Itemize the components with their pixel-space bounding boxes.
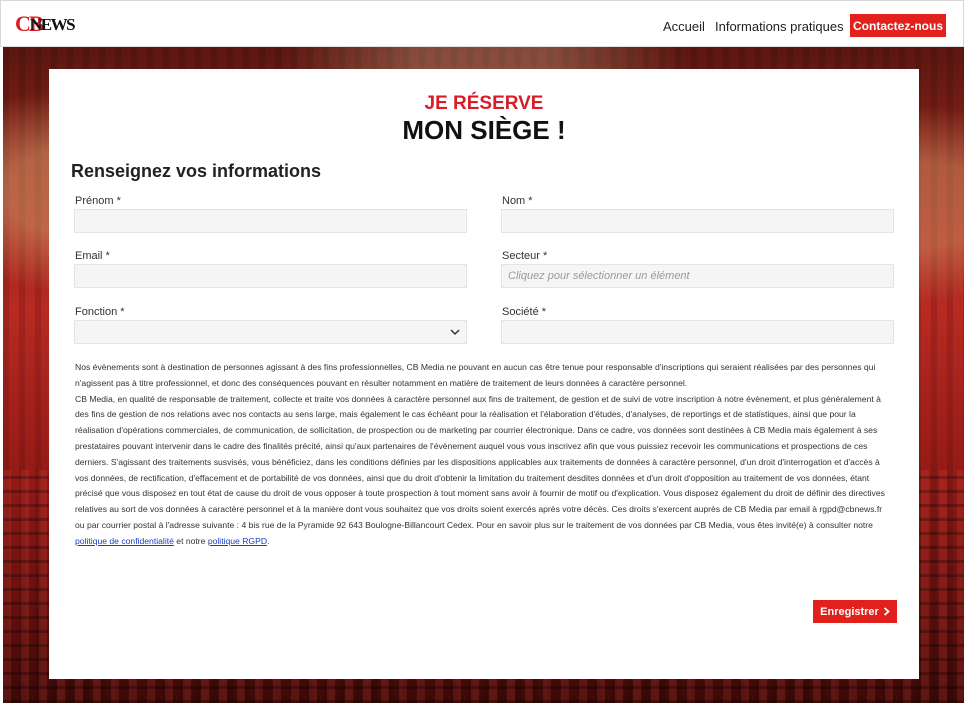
legal-and-text: et notre: [173, 535, 208, 546]
contact-button[interactable]: Contactez-nous: [850, 14, 946, 37]
societe-input[interactable]: [501, 320, 894, 344]
fonction-label: Fonction *: [75, 306, 125, 318]
fonction-select[interactable]: [74, 320, 467, 344]
societe-label: Société *: [502, 306, 547, 318]
nom-label: Nom *: [502, 195, 533, 207]
chevron-down-icon: [450, 329, 460, 336]
submit-label: Enregistrer: [820, 605, 879, 618]
legal-paragraph-2-text: CB Media, en qualité de responsable de t…: [75, 393, 885, 530]
cbnews-logo[interactable]: CB NEWS: [15, 12, 76, 36]
secteur-label: Secteur *: [502, 250, 548, 262]
site-header: CB NEWS Accueil Informations pratiques C…: [0, 0, 964, 47]
email-label: Email *: [75, 250, 110, 262]
privacy-policy-link[interactable]: politique de confidentialité: [75, 536, 174, 546]
secteur-select[interactable]: Cliquez pour sélectionner un élément: [501, 264, 894, 288]
email-input[interactable]: [74, 264, 467, 288]
registration-card: JE RÉSERVE MON SIÈGE ! Renseignez vos in…: [49, 69, 919, 679]
legal-end-text: .: [267, 535, 270, 546]
secteur-placeholder: Cliquez pour sélectionner un élément: [508, 270, 690, 282]
rgpd-policy-link[interactable]: politique RGPD: [208, 536, 267, 546]
chevron-right-icon: [883, 607, 890, 616]
form-section-title: Renseignez vos informations: [71, 161, 322, 181]
prenom-input[interactable]: [74, 209, 467, 233]
nav-informations-pratiques[interactable]: Informations pratiques: [715, 19, 844, 34]
hero-title-line1: JE RÉSERVE: [424, 93, 544, 114]
submit-button[interactable]: Enregistrer: [813, 600, 897, 623]
legal-notice: Nos évènements sont à destination de per…: [75, 360, 889, 550]
nom-input[interactable]: [501, 209, 894, 233]
legal-paragraph-1: Nos évènements sont à destination de per…: [75, 362, 876, 388]
prenom-label: Prénom *: [75, 195, 121, 207]
hero-title-line2: MON SIÈGE !: [402, 115, 566, 145]
legal-paragraph-2: CB Media, en qualité de responsable de t…: [75, 392, 889, 550]
nav-accueil[interactable]: Accueil: [663, 19, 705, 34]
logo-news: NEWS: [30, 15, 76, 34]
